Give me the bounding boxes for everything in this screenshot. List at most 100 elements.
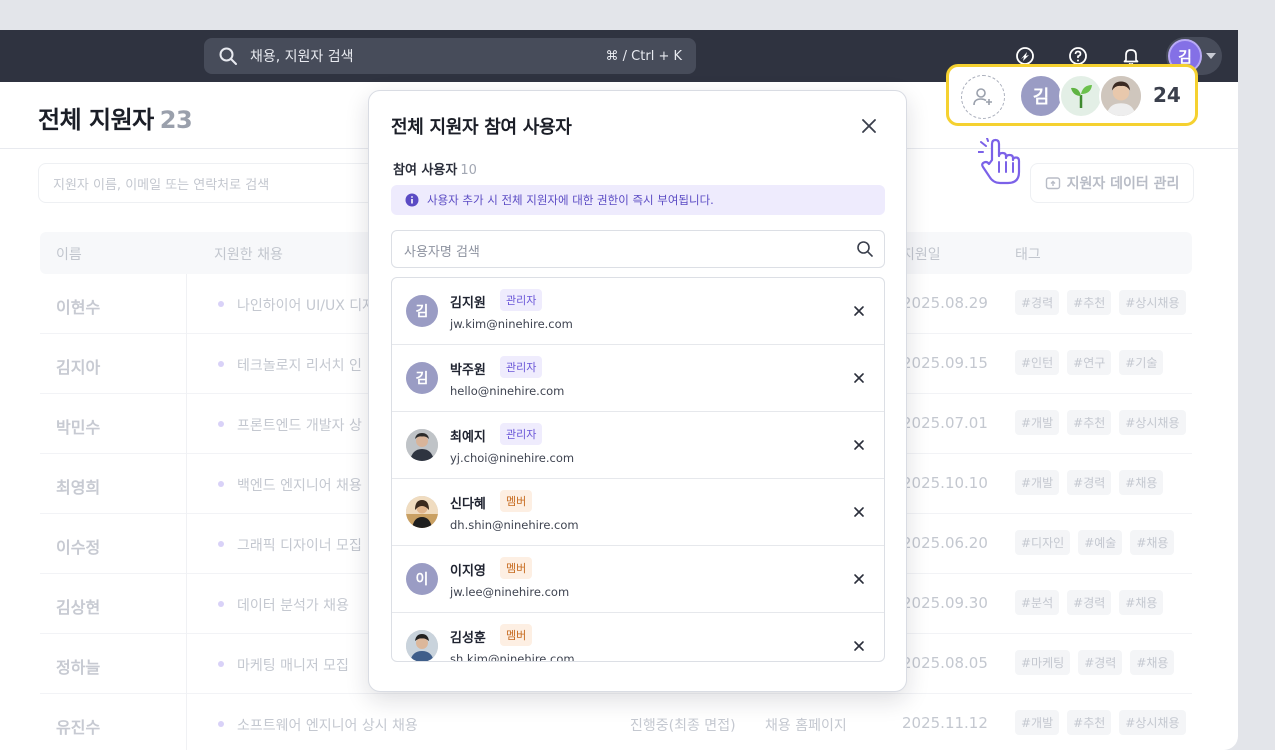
remove-member-icon[interactable]: [852, 572, 866, 586]
remove-member-icon[interactable]: [852, 304, 866, 318]
tag-list: #마케팅 #경력 #채용: [1015, 650, 1175, 675]
applied-job: 데이터 분석가 채용: [237, 598, 349, 614]
tag: #채용: [1119, 470, 1164, 495]
applicant-name: 이수정: [56, 538, 101, 557]
column-divider: [186, 574, 187, 634]
tag: #추천: [1067, 290, 1112, 315]
applicant-name: 이현수: [56, 298, 101, 317]
member-email: hello@ninehire.com: [450, 384, 565, 398]
collaborator-avatar-photo: [1099, 74, 1143, 118]
remove-member-icon[interactable]: [852, 505, 866, 519]
bell-icon[interactable]: [1121, 46, 1141, 66]
applied-date: 2025.08.05: [902, 654, 988, 672]
col-name: 이름: [56, 247, 82, 263]
member-search-input[interactable]: 사용자명 검색: [391, 230, 885, 268]
remove-member-icon[interactable]: [852, 639, 866, 653]
tag: #예술: [1078, 530, 1123, 555]
member-email: jw.lee@ninehire.com: [450, 585, 570, 599]
tag: #마케팅: [1015, 650, 1071, 675]
search-placeholder: 채용, 지원자 검색: [250, 49, 354, 65]
page-title: 전체 지원자 23: [38, 100, 193, 135]
member-name: 김지원: [450, 296, 486, 311]
column-divider: [186, 454, 187, 514]
applied-date: 2025.06.20: [902, 534, 988, 552]
page-title-text: 전체 지원자: [38, 106, 154, 134]
collaborators-count: 24: [1153, 83, 1181, 107]
collaborators-bar[interactable]: 김 24: [946, 64, 1198, 126]
tag-list: #개발 #추천 #상시채용: [1015, 710, 1186, 735]
applicant-name: 김지아: [56, 358, 101, 377]
role-badge: 관리자: [500, 423, 543, 445]
job-dot: [218, 601, 224, 607]
tag: #분석: [1015, 590, 1060, 615]
chat-icon[interactable]: [1015, 46, 1035, 66]
tag: #경력: [1078, 650, 1123, 675]
role-badge: 관리자: [500, 356, 543, 378]
member-avatar: [406, 630, 438, 661]
close-icon[interactable]: [859, 116, 879, 136]
member-name: 김성훈: [450, 631, 486, 646]
notice-text: 사용자 추가 시 전체 지원자에 대한 권한이 즉시 부여됩니다.: [427, 193, 714, 207]
add-collaborator-button[interactable]: [961, 75, 1005, 119]
applicant-count: 23: [159, 106, 193, 134]
chevron-down-icon: [1206, 53, 1216, 59]
tag: #상시채용: [1119, 710, 1186, 735]
applied-date: 2025.09.15: [902, 354, 988, 372]
member-name: 박주원: [450, 363, 486, 378]
member-email: jw.kim@ninehire.com: [450, 317, 573, 331]
participants-modal: 전체 지원자 참여 사용자 참여 사용자 10 사용자 추가 시 전체 지원자에 …: [368, 90, 907, 692]
member-avatar: 이: [406, 563, 438, 595]
applied-job: 그래픽 디자이너 모집: [237, 538, 362, 554]
member-name: 신다혜: [450, 497, 486, 512]
applied-job: 백엔드 엔지니어 채용: [237, 478, 362, 494]
remove-member-icon[interactable]: [852, 371, 866, 385]
applicant-name: 김상현: [56, 598, 101, 617]
tag-list: #경력 #추천 #상시채용: [1015, 290, 1186, 315]
col-job: 지원한 채용: [214, 247, 283, 263]
add-user-icon: [973, 88, 992, 106]
applied-date: 2025.11.12: [902, 714, 988, 732]
search-icon: [857, 241, 873, 257]
tag: #추천: [1067, 710, 1112, 735]
folder-icon: [1045, 177, 1060, 190]
member-row: 최예지 관리자 yj.choi@ninehire.com: [392, 412, 884, 479]
column-divider: [186, 634, 187, 694]
participants-header: 참여 사용자 10: [393, 159, 477, 178]
member-email: sh.kim@ninehire.com: [450, 652, 575, 662]
member-avatar: [406, 496, 438, 528]
participants-label: 참여 사용자: [393, 163, 458, 178]
table-row[interactable]: 유진수 소프트웨어 엔지니어 상시 채용 진행중(최종 면접) 채용 홈페이지 2025…: [40, 694, 1192, 750]
role-badge: 멤버: [500, 624, 533, 646]
job-dot: [218, 721, 224, 727]
remove-member-icon[interactable]: [852, 438, 866, 452]
member-name: 최예지: [450, 430, 486, 445]
member-name: 이지영: [450, 564, 486, 579]
applied-date: 2025.08.29: [902, 294, 988, 312]
col-tags: 태그: [1015, 247, 1041, 263]
applicant-data-button[interactable]: 지원자 데이터 관리: [1030, 163, 1194, 203]
member-row: 김 김지원 관리자 jw.kim@ninehire.com: [392, 278, 884, 345]
applied-date: 2025.07.01: [902, 414, 988, 432]
member-row: 김 박주원 관리자 hello@ninehire.com: [392, 345, 884, 412]
sprout-icon: [1071, 85, 1092, 108]
column-divider: [186, 514, 187, 574]
column-divider: [186, 694, 187, 750]
global-search[interactable]: 채용, 지원자 검색 ⌘ / Ctrl + K: [204, 38, 696, 74]
applicant-search-input[interactable]: 지원자 이름, 이메일 또는 연락처로 검색: [38, 163, 378, 203]
member-row: 신다혜 멤버 dh.shin@ninehire.com: [392, 479, 884, 546]
applied-job: 나인하이어 UI/UX 디자: [237, 298, 375, 314]
tag-list: #개발 #경력 #채용: [1015, 470, 1164, 495]
help-icon[interactable]: [1068, 46, 1088, 66]
member-row: 김성훈 멤버 sh.kim@ninehire.com: [392, 613, 884, 662]
column-divider: [186, 394, 187, 454]
tag: #개발: [1015, 410, 1060, 435]
tag: #채용: [1119, 590, 1164, 615]
member-avatar: 김: [406, 295, 438, 327]
applied-date: 2025.09.30: [902, 594, 988, 612]
job-dot: [218, 661, 224, 667]
applied-job: 소프트웨어 엔지니어 상시 채용: [237, 718, 418, 734]
modal-title: 전체 지원자 참여 사용자: [391, 117, 572, 138]
job-dot: [218, 421, 224, 427]
member-avatar: 김: [406, 362, 438, 394]
tag: #기술: [1119, 350, 1164, 375]
